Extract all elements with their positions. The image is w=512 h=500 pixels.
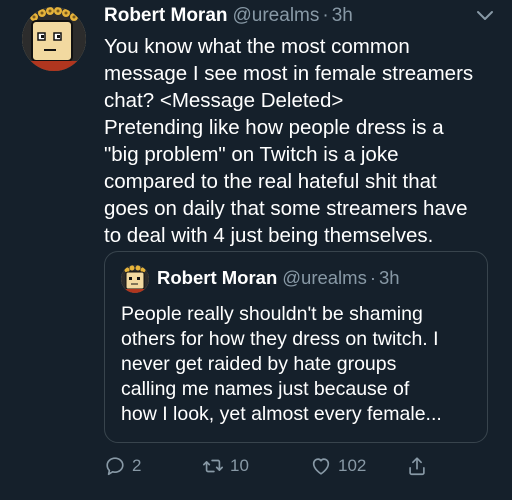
share-icon xyxy=(409,457,425,476)
tweet-text-line: chat? <Message Deleted> xyxy=(104,89,344,112)
tweet-actions: 2 10 102 xyxy=(104,452,444,480)
retweet-button[interactable]: 10 xyxy=(202,452,249,480)
quoted-text-line: how I look, yet almost every female... xyxy=(121,403,442,425)
tweet-text-line: You know what the most common xyxy=(104,35,410,58)
cartoon-avatar-with-flower-crown-icon[interactable] xyxy=(22,7,86,71)
handle[interactable]: @urealms xyxy=(233,5,320,26)
quoted-tweet-text: People really shouldn't be shaming other… xyxy=(121,302,481,427)
reply-button[interactable]: 2 xyxy=(104,452,141,480)
quoted-text-line: never get raided by hate groups xyxy=(121,353,397,375)
tweet-text-line: "big problem" on Twitch is a joke xyxy=(104,143,399,166)
quoted-tweet[interactable]: Robert Moran @urealms · 3h People really sh… xyxy=(104,251,488,443)
quoted-text-line: People really shouldn't be shaming xyxy=(121,303,423,325)
tweet-text-line: Pretending like how people dress is a xyxy=(104,116,444,139)
heart-icon xyxy=(312,458,330,475)
tweet-text-line: message I see most in female streamers xyxy=(104,62,474,85)
chevron-down-icon[interactable] xyxy=(476,10,494,22)
separator-dot: · xyxy=(322,5,329,26)
quoted-timestamp: 3h xyxy=(379,267,400,288)
retweet-count: 10 xyxy=(230,456,249,475)
quoted-text-line: others for how they dress on twitch. I xyxy=(121,328,439,350)
share-button[interactable] xyxy=(406,452,434,480)
tweet-text: You know what the most common message I … xyxy=(104,33,500,249)
quoted-separator-dot: · xyxy=(369,267,376,288)
quoted-tweet-header: Robert Moran @urealms · 3h xyxy=(157,267,400,289)
reply-count: 2 xyxy=(132,456,142,475)
tweet-text-line: to deal with 4 just being themselves. xyxy=(104,224,434,247)
tweet-text-line: goes on daily that some streamers have xyxy=(104,197,468,220)
display-name[interactable]: Robert Moran xyxy=(104,5,228,26)
tweet-text-line: compared to the real hateful shit that xyxy=(104,170,437,193)
quoted-handle: @urealms xyxy=(282,267,367,288)
tweet: Robert Moran @urealms · 3h You know what th… xyxy=(0,0,512,500)
quoted-display-name: Robert Moran xyxy=(157,267,278,288)
tweet-header: Robert Moran @urealms · 3h xyxy=(104,5,472,31)
quoted-text-line: calling me names just because of xyxy=(121,378,410,400)
like-count: 102 xyxy=(338,456,367,475)
reply-icon xyxy=(106,457,124,476)
like-button[interactable]: 102 xyxy=(310,452,366,480)
cartoon-avatar-icon xyxy=(121,265,149,293)
retweet-icon xyxy=(203,459,223,473)
timestamp[interactable]: 3h xyxy=(332,5,353,26)
